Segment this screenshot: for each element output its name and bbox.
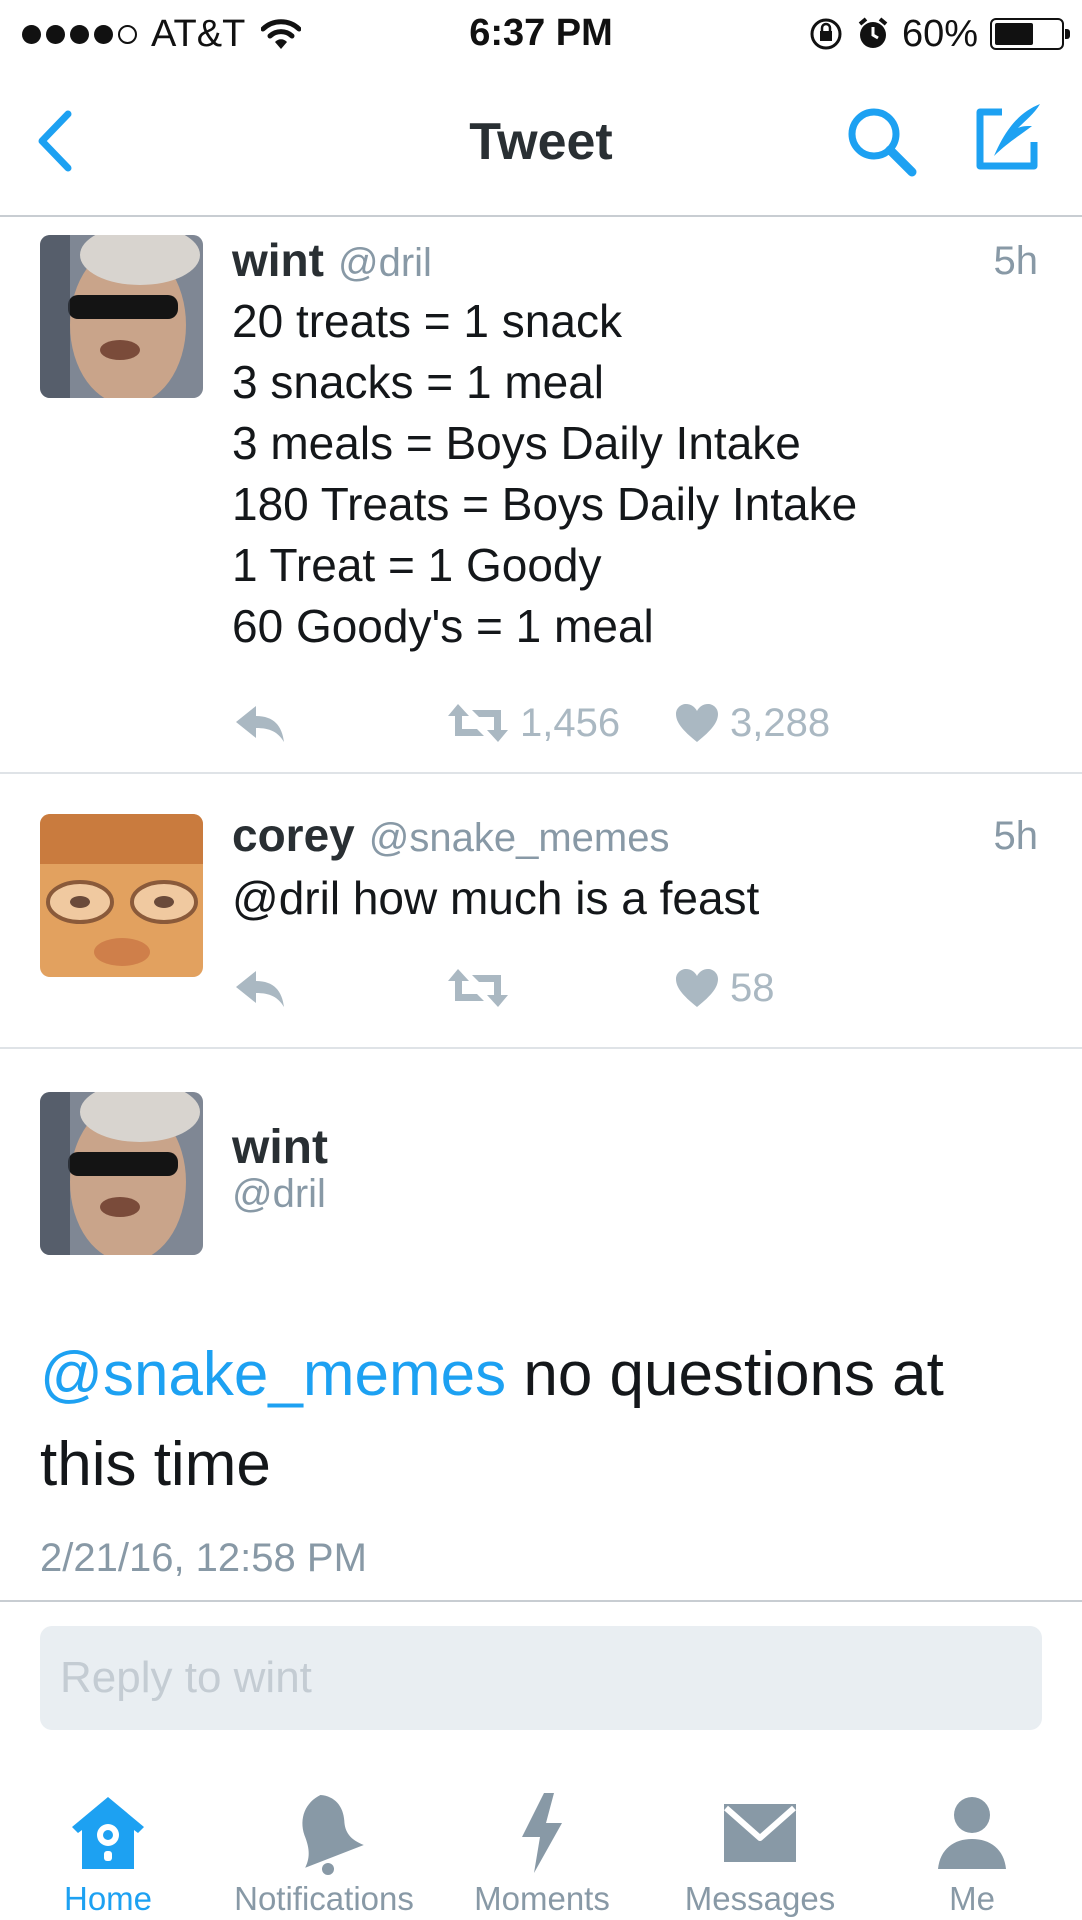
- tab-label: Me: [949, 1880, 995, 1917]
- tweet-time: 5h: [993, 814, 1039, 858]
- like-button[interactable]: 3,288: [674, 693, 830, 753]
- tab-me[interactable]: Me: [912, 1760, 1032, 1920]
- tab-moments[interactable]: Moments: [462, 1760, 622, 1920]
- tweet-text: 20 treats = 1 snack 3 snacks = 1 meal 3 …: [232, 291, 857, 657]
- tab-label: Home: [63, 1880, 153, 1917]
- tweet-line: 3 snacks = 1 meal: [232, 356, 605, 408]
- avatar-image: [40, 814, 203, 977]
- like-button[interactable]: 58: [674, 958, 775, 1018]
- retweet-count: 1,456: [520, 700, 621, 745]
- tweet[interactable]: corey @snake_memes 5h @dril how much is …: [0, 776, 1082, 1049]
- tweet-actions: 1,456 3,288: [232, 693, 832, 753]
- tweet-line: 60 Goody's = 1 meal: [232, 600, 654, 652]
- tab-label: Messages: [684, 1880, 836, 1917]
- tweet-line: @dril how much is a feast: [232, 872, 760, 924]
- battery-icon: [990, 18, 1070, 50]
- reply-box: [40, 1626, 1042, 1730]
- reply-button[interactable]: [232, 958, 288, 1018]
- tweet-line: 20 treats = 1 snack: [232, 295, 622, 347]
- nav-bar: Tweet: [0, 68, 1082, 217]
- tweet-time: 5h: [993, 239, 1039, 283]
- tab-bar: Home Notifications Moments Messages Me: [0, 1760, 1082, 1920]
- tab-messages[interactable]: Messages: [670, 1760, 850, 1920]
- avatar[interactable]: [40, 1092, 203, 1255]
- alarm-icon: [858, 17, 888, 48]
- battery-percent: 60%: [901, 12, 978, 55]
- tab-notifications[interactable]: Notifications: [214, 1760, 434, 1920]
- avatar-image: [40, 235, 203, 398]
- main-tweet-text: @snake_memes no questions at this time: [40, 1330, 1040, 1510]
- retweet-icon: [448, 704, 508, 742]
- tweet-line: 1 Treat = 1 Goody: [232, 539, 602, 591]
- status-bar-right: 60%: [808, 12, 1070, 56]
- retweet-icon: [448, 969, 508, 1007]
- reply-icon: [236, 971, 284, 1007]
- search-icon[interactable]: [844, 104, 920, 180]
- tweet-line: 3 meals = Boys Daily Intake: [232, 417, 801, 469]
- tweet-header: wint @dril: [232, 233, 432, 287]
- tweet-line: 180 Treats = Boys Daily Intake: [232, 478, 858, 530]
- tweet-text: @dril how much is a feast: [232, 868, 759, 929]
- battery-tip: [1065, 29, 1070, 39]
- heart-icon: [676, 969, 718, 1007]
- home-icon: [63, 1788, 153, 1878]
- mention-link[interactable]: @snake_memes: [40, 1340, 506, 1409]
- avatar[interactable]: [40, 235, 203, 398]
- rotation-lock-icon: [810, 18, 842, 50]
- tab-label: Moments: [474, 1880, 610, 1917]
- retweet-button[interactable]: [446, 958, 520, 1018]
- envelope-icon: [715, 1788, 805, 1878]
- tweet-date: 2/21/16, 12:58 PM: [40, 1536, 367, 1580]
- reply-button[interactable]: [232, 693, 288, 753]
- compose-icon[interactable]: [968, 98, 1048, 178]
- status-bar: AT&T 6:37 PM 60%: [0, 0, 1082, 68]
- avatar[interactable]: [40, 814, 203, 977]
- like-count: 58: [730, 965, 775, 1010]
- divider: [0, 1600, 1082, 1602]
- bell-icon: [279, 1788, 369, 1878]
- heart-icon: [676, 704, 718, 742]
- user-handle[interactable]: @snake_memes: [369, 816, 670, 861]
- person-icon: [927, 1788, 1017, 1878]
- battery-fill: [995, 23, 1034, 45]
- reply-icon: [236, 706, 284, 742]
- user-name[interactable]: wint: [232, 1120, 328, 1175]
- user-name[interactable]: wint: [232, 233, 324, 287]
- like-count: 3,288: [730, 700, 831, 745]
- tweet-actions: 58: [232, 958, 832, 1018]
- tweet[interactable]: wint @dril 5h 20 treats = 1 snack 3 snac…: [0, 219, 1082, 774]
- tab-home[interactable]: Home: [38, 1760, 178, 1920]
- tweet-header: corey @snake_memes: [232, 808, 669, 862]
- tab-label: Notifications: [234, 1880, 414, 1917]
- user-handle[interactable]: @dril: [338, 241, 432, 286]
- user-name[interactable]: corey: [232, 808, 355, 862]
- user-handle[interactable]: @dril: [232, 1172, 326, 1217]
- reply-input[interactable]: [60, 1626, 1022, 1730]
- lightning-icon: [497, 1788, 587, 1878]
- retweet-button[interactable]: 1,456: [446, 693, 620, 753]
- avatar-image: [40, 1092, 203, 1255]
